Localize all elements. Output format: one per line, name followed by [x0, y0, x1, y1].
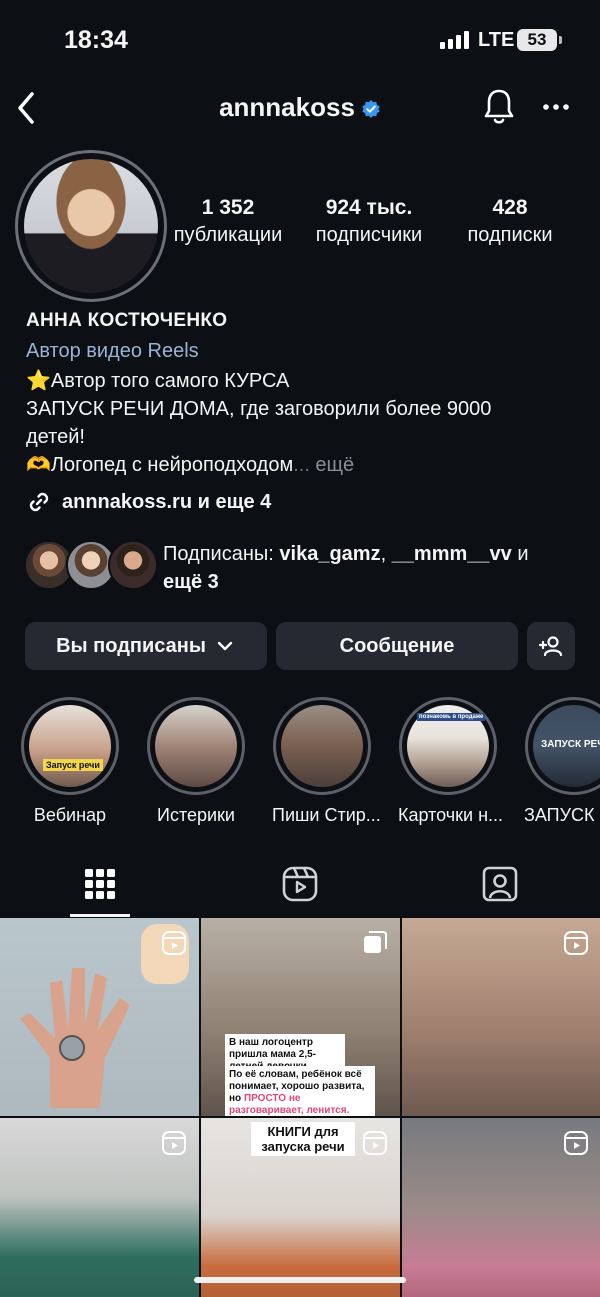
highlight-ring — [273, 697, 371, 795]
post-caption-overlay: По её словам, ребёнок всё понимает, хоро… — [225, 1066, 375, 1116]
full-name: АННА КОСТЮЧЕНКО — [26, 310, 228, 331]
add-user-button[interactable] — [527, 622, 575, 670]
followers-label: подписчики — [315, 224, 423, 246]
highlight-ring: познакомь в продаже — [399, 697, 497, 795]
highlight-item[interactable]: ЗАПУСК РЕЧИ ЗАПУСК Р — [524, 697, 600, 826]
reel-badge-icon — [363, 1131, 387, 1155]
post-thumbnail[interactable] — [0, 1118, 199, 1297]
highlight-cover — [155, 705, 237, 787]
bio-link[interactable]: annnakoss.ru и еще 4 — [26, 489, 586, 515]
profile-header: annnakoss — [0, 80, 600, 136]
highlight-label: Карточки н... — [398, 805, 504, 825]
avatar — [24, 159, 158, 293]
highlight-item[interactable]: Пиши Стир... — [272, 697, 381, 826]
followers-count: 924 тыс. — [325, 196, 413, 219]
post-caption-text: КНИГИ для запуска речи — [261, 1124, 345, 1154]
status-bar: 18:34 LTE 53 — [0, 0, 600, 80]
message-button[interactable]: Сообщение — [276, 622, 518, 670]
stat-posts[interactable]: 1 352 публикации — [162, 196, 294, 247]
posts-count: 1 352 — [201, 196, 255, 219]
active-tab-indicator — [70, 914, 130, 917]
highlight-label: Вебинар — [33, 805, 107, 825]
grid-icon[interactable] — [80, 864, 120, 904]
mutual-avatars — [24, 540, 158, 592]
mutual-user-link[interactable]: __mmm__vv — [392, 543, 512, 565]
highlight-label: ЗАПУСК Р — [524, 805, 600, 825]
followed-by[interactable]: Подписаны: vika_gamz, __mmm__vv и ещё 3 — [24, 540, 584, 600]
reel-badge-icon — [162, 931, 186, 955]
stat-followers[interactable]: 924 тыс. подписчики — [302, 196, 436, 247]
message-button-label: Сообщение — [339, 634, 455, 657]
category-label[interactable]: Автор видео Reels — [26, 340, 586, 363]
signal-icon — [440, 31, 469, 49]
bio-text: ⭐Автор того самого КУРСА ЗАПУСК РЕЧИ ДОМ… — [26, 367, 586, 479]
link-icon — [29, 492, 49, 512]
highlight-label: Пиши Стир... — [272, 805, 381, 825]
post-thumbnail[interactable]: В наш логоцентр пришла мама 2,5-летней д… — [201, 918, 400, 1116]
profile-tabs — [0, 852, 600, 918]
hand-image — [20, 968, 130, 1108]
post-thumbnail[interactable] — [402, 1118, 600, 1297]
following-button[interactable]: Вы подписаны — [25, 622, 267, 670]
highlight-cover-text: ЗАПУСК РЕЧИ — [541, 739, 600, 750]
avatar — [108, 540, 158, 590]
highlight-cover-text: Запуск речи — [43, 759, 103, 771]
chevron-down-icon — [217, 641, 233, 651]
reel-badge-icon — [564, 1131, 588, 1155]
followed-by-more: ещё 3 — [163, 571, 219, 593]
posts-grid: В наш логоцентр пришла мама 2,5-летней д… — [0, 918, 600, 1297]
highlight-label: Истерики — [157, 805, 235, 825]
carousel-badge-icon — [364, 931, 387, 953]
network-label: LTE — [478, 29, 515, 51]
bio-line: ЗАПУСК РЕЧИ ДОМА, где заговорили более 9… — [26, 398, 492, 420]
add-person-icon — [538, 636, 563, 657]
bio-line: ⭐Автор того самого КУРСА — [26, 370, 290, 392]
highlight-item[interactable]: познакомь в продаже Карточки н... — [398, 697, 504, 826]
following-label: подписки — [467, 224, 553, 246]
post-caption-highlight: ПРОСТО не разговаривает, ленится. — [229, 1093, 350, 1116]
highlight-ring: Запуск речи — [21, 697, 119, 795]
highlight-cover: ЗАПУСК РЕЧИ — [533, 705, 600, 787]
stat-following[interactable]: 428 подписки — [452, 196, 568, 247]
verified-badge-icon — [362, 100, 380, 119]
following-button-label: Вы подписаны — [56, 634, 206, 657]
following-count: 428 — [492, 196, 528, 219]
posts-label: публикации — [173, 224, 283, 246]
bio-ellipsis: ... — [293, 454, 310, 476]
highlight-cover: Запуск речи — [29, 705, 111, 787]
clock: 18:34 — [64, 26, 128, 54]
tagged-icon[interactable] — [480, 864, 520, 904]
reel-badge-icon — [564, 931, 588, 955]
highlight-ring: ЗАПУСК РЕЧИ — [525, 697, 600, 795]
bio-line: 🫶Логопед с нейроподходом... ещё — [26, 451, 586, 479]
highlight-item[interactable]: Запуск речи Вебинар — [20, 697, 120, 826]
followed-by-prefix: Подписаны: — [163, 543, 280, 565]
post-thumbnail[interactable] — [0, 918, 199, 1116]
mutual-user-link[interactable]: vika_gamz — [279, 543, 380, 565]
post-caption-overlay: КНИГИ для запуска речи — [251, 1122, 355, 1156]
highlight-ring — [147, 697, 245, 795]
highlight-cover — [281, 705, 363, 787]
profile-bio: АННА КОСТЮЧЕНКО Автор видео Reels ⭐Автор… — [26, 310, 586, 515]
post-thumbnail[interactable]: КНИГИ для запуска речи — [201, 1118, 400, 1297]
bell-icon[interactable] — [481, 86, 517, 126]
followed-by-text: Подписаны: vika_gamz, __mmm__vv и ещё 3 — [163, 540, 593, 596]
highlight-cover: познакомь в продаже — [407, 705, 489, 787]
separator: , — [380, 543, 392, 565]
reel-badge-icon — [162, 1131, 186, 1155]
more-dots-icon[interactable] — [538, 92, 574, 122]
profile-avatar[interactable] — [15, 150, 167, 302]
username-text: annnakoss — [219, 92, 355, 122]
bio-line: детей! — [26, 426, 85, 448]
bio-line-text: 🫶Логопед с нейроподходом — [26, 454, 294, 476]
followed-by-suffix: и — [511, 543, 529, 565]
highlight-item[interactable]: Истерики — [146, 697, 246, 826]
post-thumbnail[interactable] — [402, 918, 600, 1116]
bio-more-link[interactable]: ещё — [310, 454, 354, 476]
battery-icon: 53 — [517, 29, 562, 51]
home-indicator[interactable] — [194, 1277, 406, 1283]
bio-link-text: annnakoss.ru и еще 4 — [62, 490, 272, 513]
reels-icon[interactable] — [280, 864, 320, 904]
highlight-cover-text: познакомь в продаже — [417, 713, 486, 721]
